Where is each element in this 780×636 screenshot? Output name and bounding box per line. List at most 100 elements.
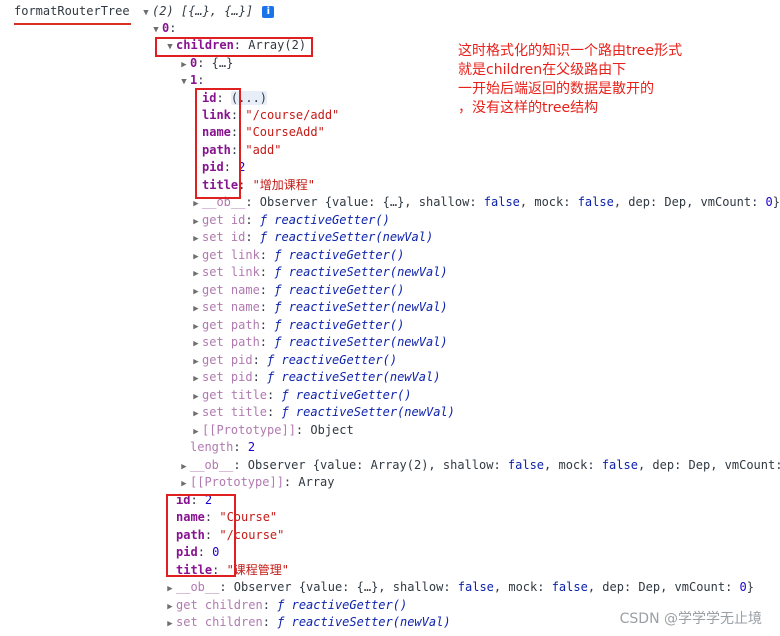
collapsed-triangle-icon[interactable] [190,336,202,353]
property-value: ƒ reactiveGetter() [274,318,405,332]
property-value: : [259,265,275,279]
property-value: } [772,195,780,209]
property-value: "CourseAdd" [245,125,325,139]
property-value: false [483,195,520,209]
tree-row[interactable]: get name: ƒ reactiveGetter() [190,282,404,299]
property-value: : Object [295,423,354,437]
tree-row[interactable]: set children: ƒ reactiveSetter(newVal) [164,614,451,631]
property-value: , mock: [544,458,602,472]
property-value: ƒ reactiveGetter() [259,213,390,227]
property-value: } [746,580,755,594]
property-key: [[Prototype]] [202,423,296,437]
property-value: , mock: [519,195,578,209]
property-value: ƒ reactiveGetter() [277,598,408,612]
watermark: CSDN @学学学无止境 [619,611,762,627]
property-value: ƒ reactiveSetter(newVal) [274,265,448,279]
log-source-name[interactable]: formatRouterTree [14,3,130,20]
annotation-line: 一开始后端返回的数据是散开的 [458,81,654,97]
property-value: ƒ reactiveGetter() [274,248,405,262]
property-value: "/course/add" [245,108,340,122]
collapsed-triangle-icon[interactable] [190,301,202,318]
log-root-row[interactable]: (2) [{…}, {…}] i [140,3,275,20]
tree-row[interactable]: set title: ƒ reactiveSetter(newVal) [190,404,455,421]
tree-row[interactable]: __ob__: Observer {value: {…}, shallow: f… [164,579,754,596]
property-value: ƒ reactiveGetter() [274,283,405,297]
property-value: : Observer {value: {…}, shallow: [245,195,484,209]
property-value: ƒ reactiveSetter(newVal) [274,300,448,314]
property-value: ƒ reactiveSetter(newVal) [277,615,451,629]
property-key: get name [202,283,260,297]
property-key: set children [176,615,263,629]
property-value: , dep: Dep, vmCount: [613,195,766,209]
tree-row[interactable]: 1: [178,72,204,89]
tree-row[interactable]: [[Prototype]]: Array [178,474,335,491]
property-value: : [259,335,275,349]
collapsed-triangle-icon[interactable] [164,581,176,598]
collapsed-triangle-icon[interactable] [190,231,202,248]
property-value: , mock: [493,580,552,594]
property-value: 0 [765,195,773,209]
tree-row[interactable]: get path: ƒ reactiveGetter() [190,317,404,334]
tree-row[interactable]: [[Prototype]]: Object [190,422,354,439]
property-value: : [262,598,278,612]
collapsed-triangle-icon[interactable] [164,616,176,633]
collapsed-triangle-icon[interactable] [190,266,202,283]
property-key: [[Prototype]] [190,475,284,489]
property-key: set link [202,265,260,279]
property-value: : [245,230,260,244]
expanded-triangle-icon[interactable] [178,74,190,91]
collapsed-triangle-icon[interactable] [190,406,202,423]
collapsed-triangle-icon[interactable] [178,476,190,493]
property-key: get path [202,318,260,332]
property-value: : [252,353,268,367]
property-value: "add" [245,143,282,157]
tree-row[interactable]: set id: ƒ reactiveSetter(newVal) [190,229,433,246]
property-key: get children [176,598,263,612]
tree-row[interactable]: get title: ƒ reactiveGetter() [190,387,412,404]
tree-row[interactable]: 0: {…} [178,55,233,72]
property-value: ƒ reactiveGetter() [267,353,398,367]
tree-row[interactable]: set link: ƒ reactiveSetter(newVal) [190,264,448,281]
tree-row[interactable]: __ob__: Observer {value: {…}, shallow: f… [190,194,780,211]
property-key: get link [202,248,260,262]
property-value: : [259,283,275,297]
property-value: false [551,580,588,594]
tree-row: length: 2 [178,439,255,456]
annotation-line: 这时格式化的知识一个路由tree形式 [458,43,683,59]
highlight-box-parent-fields [166,494,236,577]
tree-row[interactable]: get link: ƒ reactiveGetter() [190,247,404,264]
property-value: false [457,580,494,594]
property-value: : [252,370,268,384]
log-name-underline [14,23,131,25]
property-value: ƒ reactiveSetter(newVal) [281,405,455,419]
property-value: ƒ reactiveGetter() [281,388,412,402]
property-value: : [267,388,282,402]
tree-row[interactable]: set path: ƒ reactiveSetter(newVal) [190,334,448,351]
tree-row[interactable]: get id: ƒ reactiveGetter() [190,212,390,229]
tree-row[interactable]: __ob__: Observer {value: Array(2), shall… [178,457,780,474]
info-icon[interactable]: i [262,5,275,18]
property-value: ƒ reactiveSetter(newVal) [259,230,434,244]
property-key: get id [202,213,246,227]
property-value: : [233,440,248,454]
annotation-line: ，没有这样的tree结构 [458,100,599,116]
property-key: __ob__ [190,458,234,472]
property-key: set id [202,230,246,244]
property-key: __ob__ [176,580,220,594]
annotation-note: 这时格式化的知识一个路由tree形式 就是children在父级路由下 一开始后… [458,42,682,118]
tree-row[interactable]: set pid: ƒ reactiveSetter(newVal) [190,369,440,386]
collapsed-triangle-icon[interactable] [190,371,202,388]
property-value: : {…} [197,56,234,70]
property-value: , dep: Dep, vmCount: [637,458,780,472]
property-value: : [259,318,275,332]
property-value: : [245,213,260,227]
property-value: , dep: Dep, vmCount: [587,580,740,594]
tree-row[interactable]: set name: ƒ reactiveSetter(newVal) [190,299,448,316]
tree-row[interactable]: get pid: ƒ reactiveGetter() [190,352,397,369]
tree-row[interactable]: 0: [150,20,176,37]
property-value: false [601,458,638,472]
property-value: : [267,405,282,419]
highlight-box-children [155,37,313,57]
tree-row[interactable]: get children: ƒ reactiveGetter() [164,597,407,614]
property-value: false [507,458,545,472]
